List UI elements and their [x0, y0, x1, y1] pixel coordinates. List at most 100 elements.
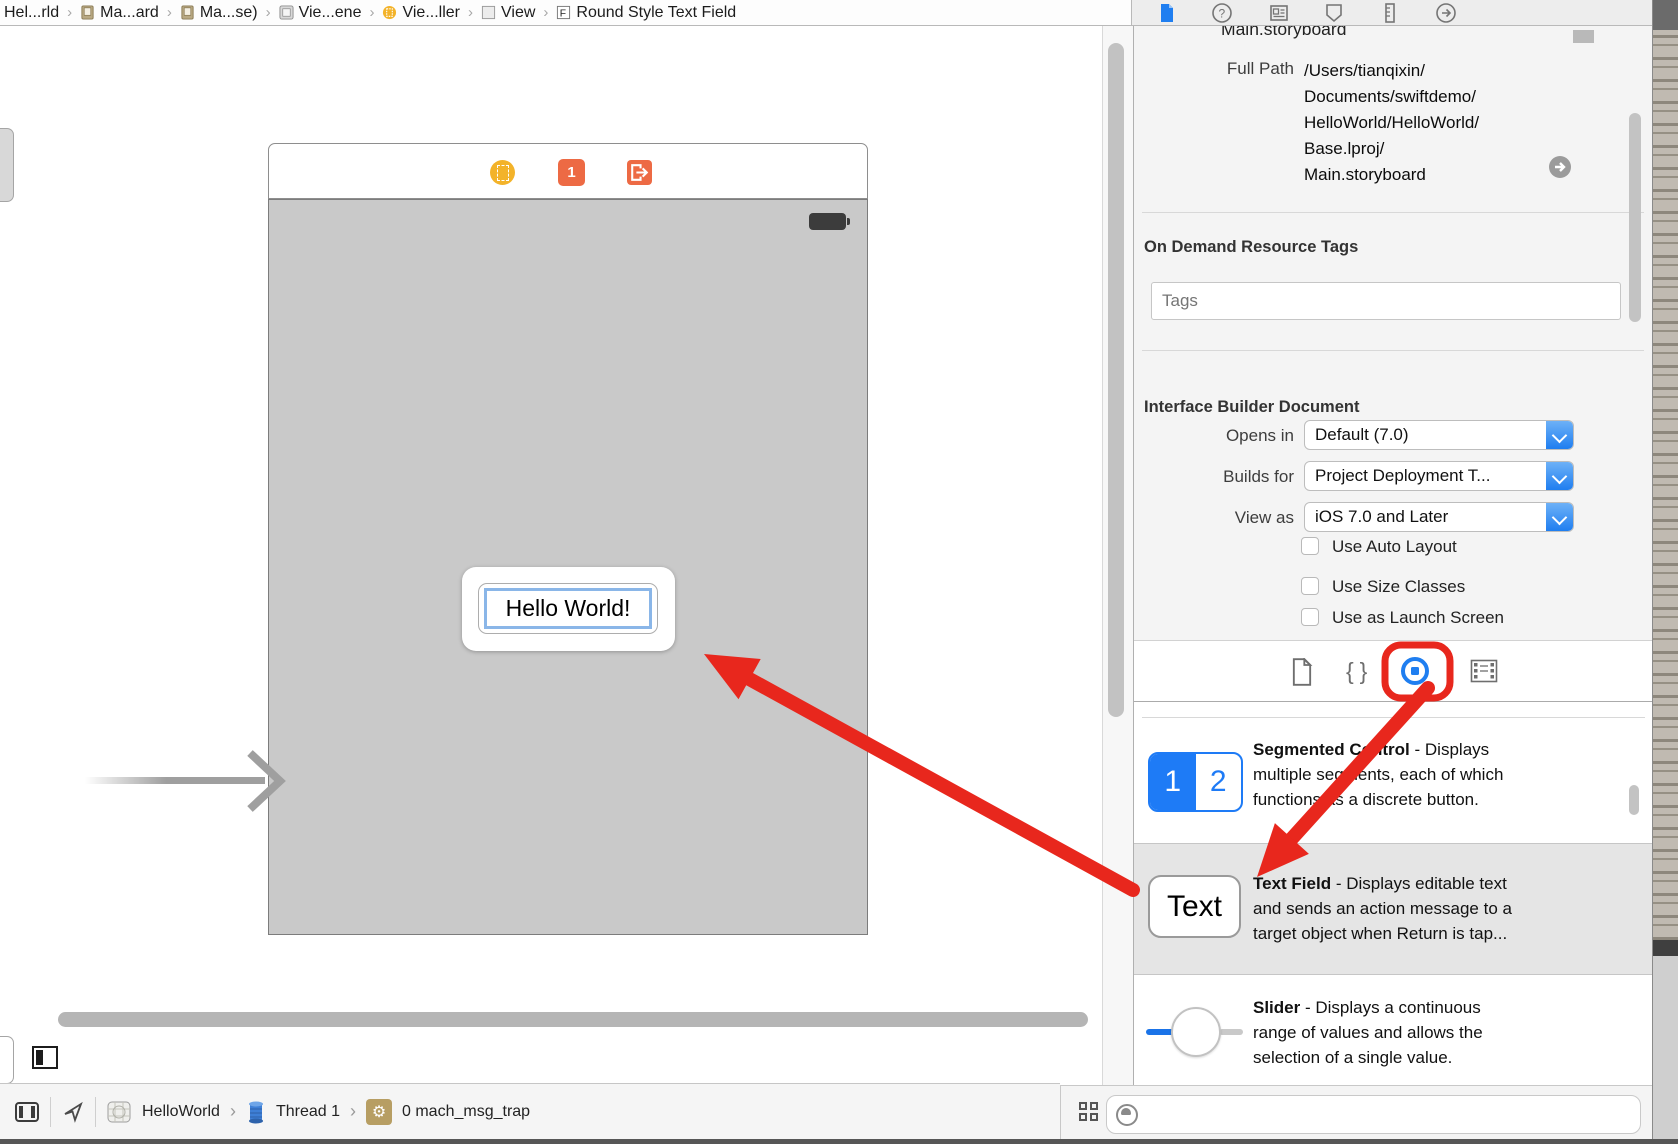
size-inspector-icon[interactable]	[1379, 2, 1401, 24]
text-field-icon: F	[556, 5, 571, 20]
scene-dock: 1	[268, 143, 868, 199]
use-auto-layout-checkbox[interactable]	[1301, 537, 1319, 555]
breadcrumb-text-field[interactable]: F Round Style Text Field	[556, 4, 736, 22]
document-outline-toggle-icon[interactable]	[32, 1046, 58, 1069]
use-size-classes-label: Use Size Classes	[1332, 577, 1465, 597]
background-titlebar	[1653, 0, 1678, 30]
breadcrumb-view-controller[interactable]: Vie...ller	[382, 4, 460, 22]
tags-input[interactable]	[1151, 282, 1621, 320]
breadcrumb-separator: ›	[67, 4, 72, 21]
breadcrumb-label: Ma...ard	[100, 4, 159, 22]
inspector-tab-bar: ?	[1131, 0, 1652, 26]
inspector-scrollbar-top[interactable]	[1573, 30, 1594, 43]
debug-process-name[interactable]: HelloWorld	[142, 1103, 220, 1121]
breadcrumb-label: Hel...rld	[4, 4, 59, 22]
object-library-icon[interactable]	[1398, 654, 1432, 688]
text-field-value[interactable]: Hello World!	[506, 595, 631, 622]
library-search-field[interactable]	[1106, 1095, 1641, 1134]
opens-in-label: Opens in	[1134, 426, 1294, 446]
breadcrumb-separator: ›	[350, 1101, 356, 1122]
filter-icon	[1116, 1104, 1138, 1126]
file-inspector-icon[interactable]	[1156, 2, 1178, 24]
breadcrumb-label: Vie...ene	[299, 4, 362, 22]
view-controller-icon-inner	[497, 165, 509, 181]
chevron-down-icon	[1546, 462, 1573, 490]
use-auto-layout-label: Use Auto Layout	[1332, 537, 1457, 557]
svg-text:F: F	[560, 8, 566, 19]
object-library-list: 12 Segmented Control - Displays multiple…	[1134, 702, 1653, 1085]
view-controller-icon[interactable]	[490, 160, 515, 185]
file-name-clipped: Main.storyboard	[1221, 26, 1346, 45]
editor-scroll-gutter	[1102, 26, 1133, 1085]
breadcrumb-label: Round Style Text Field	[576, 4, 736, 22]
use-as-launch-screen-label: Use as Launch Screen	[1332, 608, 1504, 628]
dock-panel-icon[interactable]	[14, 1100, 40, 1124]
slider-icon-track-empty	[1219, 1029, 1243, 1035]
use-as-launch-screen-checkbox[interactable]	[1301, 608, 1319, 626]
navigator-collapsed-tab[interactable]	[0, 128, 14, 202]
reveal-path-arrow-button[interactable]	[1549, 156, 1571, 178]
identity-inspector-icon[interactable]	[1268, 2, 1290, 24]
breadcrumb-separator: ›	[167, 4, 172, 21]
breadcrumb-separator: ›	[543, 4, 548, 21]
attributes-inspector-icon[interactable]	[1323, 2, 1345, 24]
breadcrumb-scene[interactable]: Vie...ene	[279, 4, 362, 22]
storyboard-file-icon	[80, 5, 95, 20]
slider-icon-thumb	[1171, 1007, 1221, 1057]
breadcrumb-view[interactable]: View	[481, 4, 535, 22]
debug-thread-name[interactable]: Thread 1	[276, 1103, 340, 1121]
slider-description[interactable]: Slider - Displays a continuous range of …	[1253, 995, 1643, 1070]
segmented-control-description[interactable]: Segmented Control - Displays multiple se…	[1253, 737, 1643, 812]
quick-help-icon[interactable]: ?	[1211, 2, 1233, 24]
background-document	[1653, 30, 1678, 940]
breadcrumb-project[interactable]: Hel...rld	[4, 4, 59, 22]
media-library-icon[interactable]	[1470, 659, 1498, 683]
breadcrumb-storyboard[interactable]: Ma...ard	[80, 4, 159, 22]
stack-frame-gear-icon: ⚙	[366, 1099, 392, 1125]
full-path-label: Full Path	[1134, 59, 1294, 79]
builds-for-dropdown[interactable]: Project Deployment T...	[1304, 461, 1574, 491]
horizontal-scrollbar[interactable]	[58, 1012, 1088, 1027]
location-icon[interactable]	[61, 1100, 85, 1124]
opens-in-dropdown[interactable]: Default (7.0)	[1304, 420, 1574, 450]
file-template-library-icon[interactable]	[1290, 658, 1314, 686]
text-field-icon: Text	[1148, 875, 1241, 938]
first-responder-icon[interactable]: 1	[558, 159, 585, 186]
outline-collapsed-tab[interactable]	[0, 1036, 14, 1084]
view-as-dropdown[interactable]: iOS 7.0 and Later	[1304, 502, 1574, 532]
section-divider	[1142, 212, 1644, 213]
utilities-panel: Main.storyboard Full Path /Users/tianqix…	[1133, 26, 1652, 1139]
storyboard-canvas[interactable]: 1 Hello World!	[0, 26, 1102, 1083]
library-scrollbar[interactable]	[1629, 785, 1639, 815]
entry-point-arrow-head	[230, 740, 290, 830]
text-field-description[interactable]: Text Field - Displays editable text and …	[1253, 871, 1643, 946]
divider	[50, 1097, 51, 1127]
text-field-selection-ring[interactable]: Hello World!	[484, 588, 652, 629]
breadcrumb-separator: ›	[468, 4, 473, 21]
interface-builder-document-header: Interface Builder Document	[1144, 398, 1359, 417]
grid-view-icon[interactable]	[1079, 1102, 1101, 1124]
code-snippet-library-icon[interactable]: { }	[1346, 658, 1369, 685]
breadcrumb-label: Vie...ller	[402, 4, 460, 22]
breadcrumb-separator: ›	[369, 4, 374, 21]
chevron-down-icon	[1546, 421, 1573, 449]
jump-bar: Hel...rld › Ma...ard › Ma...se) › Vie...…	[0, 0, 1131, 26]
divider	[95, 1097, 96, 1127]
debug-frame-name[interactable]: 0 mach_msg_trap	[402, 1103, 530, 1121]
background-window-strip	[1652, 0, 1678, 1144]
section-divider	[1142, 350, 1644, 351]
inspector-scrollbar[interactable]	[1629, 113, 1641, 322]
exit-icon[interactable]	[627, 160, 652, 185]
connections-inspector-icon[interactable]	[1435, 2, 1457, 24]
debug-bar: HelloWorld › Thread 1 › ⚙ 0 mach_msg_tra…	[0, 1083, 1060, 1139]
library-tab-bar: { }	[1134, 640, 1653, 702]
builds-for-label: Builds for	[1134, 467, 1294, 487]
thread-icon	[246, 1100, 266, 1124]
drag-ghost-card[interactable]: Hello World!	[462, 567, 675, 651]
use-size-classes-checkbox[interactable]	[1301, 577, 1319, 595]
breadcrumb-separator: ›	[230, 1101, 236, 1122]
breadcrumb-storyboard-base[interactable]: Ma...se)	[180, 4, 258, 22]
vertical-scrollbar[interactable]	[1108, 43, 1124, 717]
full-path-value: /Users/tianqixin/ Documents/swiftdemo/ H…	[1304, 58, 1479, 188]
view-controller-icon	[382, 5, 397, 20]
